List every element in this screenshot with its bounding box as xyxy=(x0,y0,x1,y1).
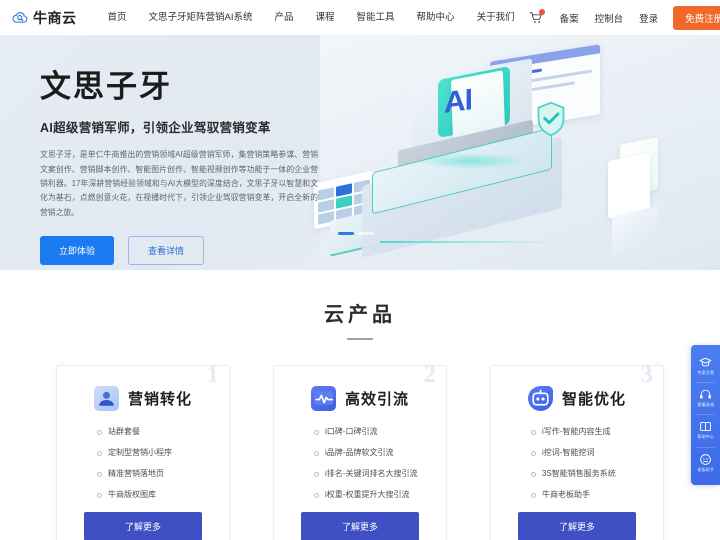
list-item: 站群套餐 xyxy=(97,428,229,436)
headset-icon xyxy=(699,388,712,401)
list-item: 牛商版权图库 xyxy=(97,491,229,499)
list-item: i写作-智能内容生成 xyxy=(531,428,663,436)
card-header: 营销转化 xyxy=(57,386,229,411)
list-item: i口碑-口碑引流 xyxy=(314,428,446,436)
illustration-ai-text: AI xyxy=(444,83,472,120)
hero-description: 文思子牙，是单仁牛商推出的营销领域AI超级营销军师，集营销策略参谋、营销文案创作… xyxy=(40,150,318,217)
section-title: 云产品 xyxy=(324,304,396,326)
cloud-products-section: 云产品 1 营销转化 站群套餐 定制型营销小程序 精准营销落地页 牛商版权图库 xyxy=(0,270,720,540)
cloud-search-icon xyxy=(12,9,29,26)
view-details-button[interactable]: 查看详情 xyxy=(128,236,205,266)
nav-item-products[interactable]: 产品 xyxy=(264,0,305,35)
list-item: i挖词-智能挖词 xyxy=(531,449,663,457)
list-item: 定制型营销小程序 xyxy=(97,449,229,457)
list-item: 牛商老板助手 xyxy=(531,491,663,499)
traffic-pulse-icon xyxy=(310,386,336,411)
card-title: 高效引流 xyxy=(344,391,409,408)
sidebar-item-expert-plan[interactable]: 专家方案 xyxy=(691,350,720,382)
shopping-cart-icon[interactable] xyxy=(526,8,546,28)
card-number-badge: 2 xyxy=(398,366,446,402)
card-title: 营销转化 xyxy=(127,391,192,408)
hero-banner: AI 文思子牙 AI超级营销军师，引领企业驾驭营销变革 文思子牙，是单仁牛商推出… xyxy=(0,35,720,270)
nav-item-smart-tools[interactable]: 智能工具 xyxy=(346,0,406,35)
carousel-dot-1[interactable] xyxy=(338,232,354,235)
header-actions: 备案 控制台 登录 免费注册 xyxy=(526,5,720,30)
list-item: i品牌-品牌软文引流 xyxy=(314,449,446,457)
card-feature-list: i写作-智能内容生成 i挖词-智能挖词 3S智能销售服务系统 牛商老板助手 xyxy=(491,428,663,499)
section-title-rule xyxy=(347,338,373,340)
card-header: 智能优化 xyxy=(491,386,663,411)
hero-carousel-indicators xyxy=(338,232,374,235)
learn-more-button[interactable]: 了解更多 xyxy=(518,512,636,540)
illustration-wire xyxy=(380,241,560,243)
hero-subtitle: AI超级营销军师，引领企业驾驭营销变革 xyxy=(40,121,271,136)
header-link-login[interactable]: 登录 xyxy=(631,11,666,25)
main-nav: 首页 文思子牙矩阵营销AI系统 产品 课程 智能工具 帮助中心 关于我们 xyxy=(97,0,526,35)
hero-buttons: 立即体验 查看详情 xyxy=(40,236,330,266)
card-number-badge: 1 xyxy=(181,366,229,402)
nav-item-help-center[interactable]: 帮助中心 xyxy=(406,0,466,35)
card-title: 智能优化 xyxy=(561,391,626,408)
card-header: 高效引流 xyxy=(274,386,446,411)
sidebar-item-help-center[interactable]: 帮助中心 xyxy=(691,414,720,446)
learn-more-button[interactable]: 了解更多 xyxy=(84,512,202,540)
graduation-cap-icon xyxy=(699,356,712,369)
hero-illustration: AI xyxy=(314,35,720,270)
list-item: i排名-关键词排名大搜引流 xyxy=(314,470,446,478)
logo[interactable]: 牛商云 xyxy=(12,9,77,26)
robot-face-icon xyxy=(699,453,712,466)
header-link-beian[interactable]: 备案 xyxy=(552,11,587,25)
floating-sidebar: 专家方案 客服咨询 帮助中心 老板助手 xyxy=(691,345,720,485)
hero-title: 文思子牙 xyxy=(40,69,172,104)
list-item: i权重-权重提升大搜引流 xyxy=(314,491,446,499)
product-card[interactable]: 2 高效引流 i口碑-口碑引流 i品牌-品牌软文引流 i排名-关键词排名大搜引流… xyxy=(273,365,447,540)
product-card[interactable]: 1 营销转化 站群套餐 定制型营销小程序 精准营销落地页 牛商版权图库 了解更多 xyxy=(56,365,230,540)
carousel-dot-2[interactable] xyxy=(358,232,374,235)
nav-item-ai-system[interactable]: 文思子牙矩阵营销AI系统 xyxy=(138,0,264,35)
sidebar-item-customer-service[interactable]: 客服咨询 xyxy=(691,382,720,414)
card-feature-list: i口碑-口碑引流 i品牌-品牌软文引流 i排名-关键词排名大搜引流 i权重-权重… xyxy=(274,428,446,499)
site-header: 牛商云 首页 文思子牙矩阵营销AI系统 产品 课程 智能工具 帮助中心 关于我们… xyxy=(0,0,720,35)
list-item: 3S智能销售服务系统 xyxy=(531,470,663,478)
hero-copy: 文思子牙 AI超级营销军师，引领企业驾驭营销变革 文思子牙，是单仁牛商推出的营销… xyxy=(0,35,330,266)
nav-item-about-us[interactable]: 关于我们 xyxy=(466,0,526,35)
sidebar-item-label: 帮助中心 xyxy=(697,434,714,440)
learn-more-button[interactable]: 了解更多 xyxy=(301,512,419,540)
illustration-glow xyxy=(416,153,526,169)
nav-item-home[interactable]: 首页 xyxy=(97,0,138,35)
card-feature-list: 站群套餐 定制型营销小程序 精准营销落地页 牛商版权图库 xyxy=(57,428,229,499)
product-card[interactable]: 3 智能优化 i写作-智能内容生成 i挖词-智能挖词 3S智能销售服务系统 牛商… xyxy=(490,365,664,540)
cart-badge xyxy=(538,8,545,15)
logo-text: 牛商云 xyxy=(33,9,77,26)
robot-ai-icon xyxy=(527,386,553,411)
user-monitor-icon xyxy=(93,386,119,411)
register-button[interactable]: 免费注册 xyxy=(673,5,720,30)
sidebar-item-boss-assistant[interactable]: 老板助手 xyxy=(691,446,720,479)
sidebar-item-label: 专家方案 xyxy=(697,370,714,375)
try-now-button[interactable]: 立即体验 xyxy=(40,236,115,266)
header-link-console[interactable]: 控制台 xyxy=(587,11,632,25)
card-number-badge: 3 xyxy=(615,366,663,402)
sidebar-item-label: 客服咨询 xyxy=(697,402,714,408)
sidebar-item-label: 老板助手 xyxy=(697,466,714,472)
book-icon xyxy=(699,420,712,433)
shield-check-icon xyxy=(536,101,566,137)
product-card-list: 1 营销转化 站群套餐 定制型营销小程序 精准营销落地页 牛商版权图库 了解更多 xyxy=(0,365,720,540)
nav-item-courses[interactable]: 课程 xyxy=(305,0,346,35)
list-item: 精准营销落地页 xyxy=(97,470,229,478)
